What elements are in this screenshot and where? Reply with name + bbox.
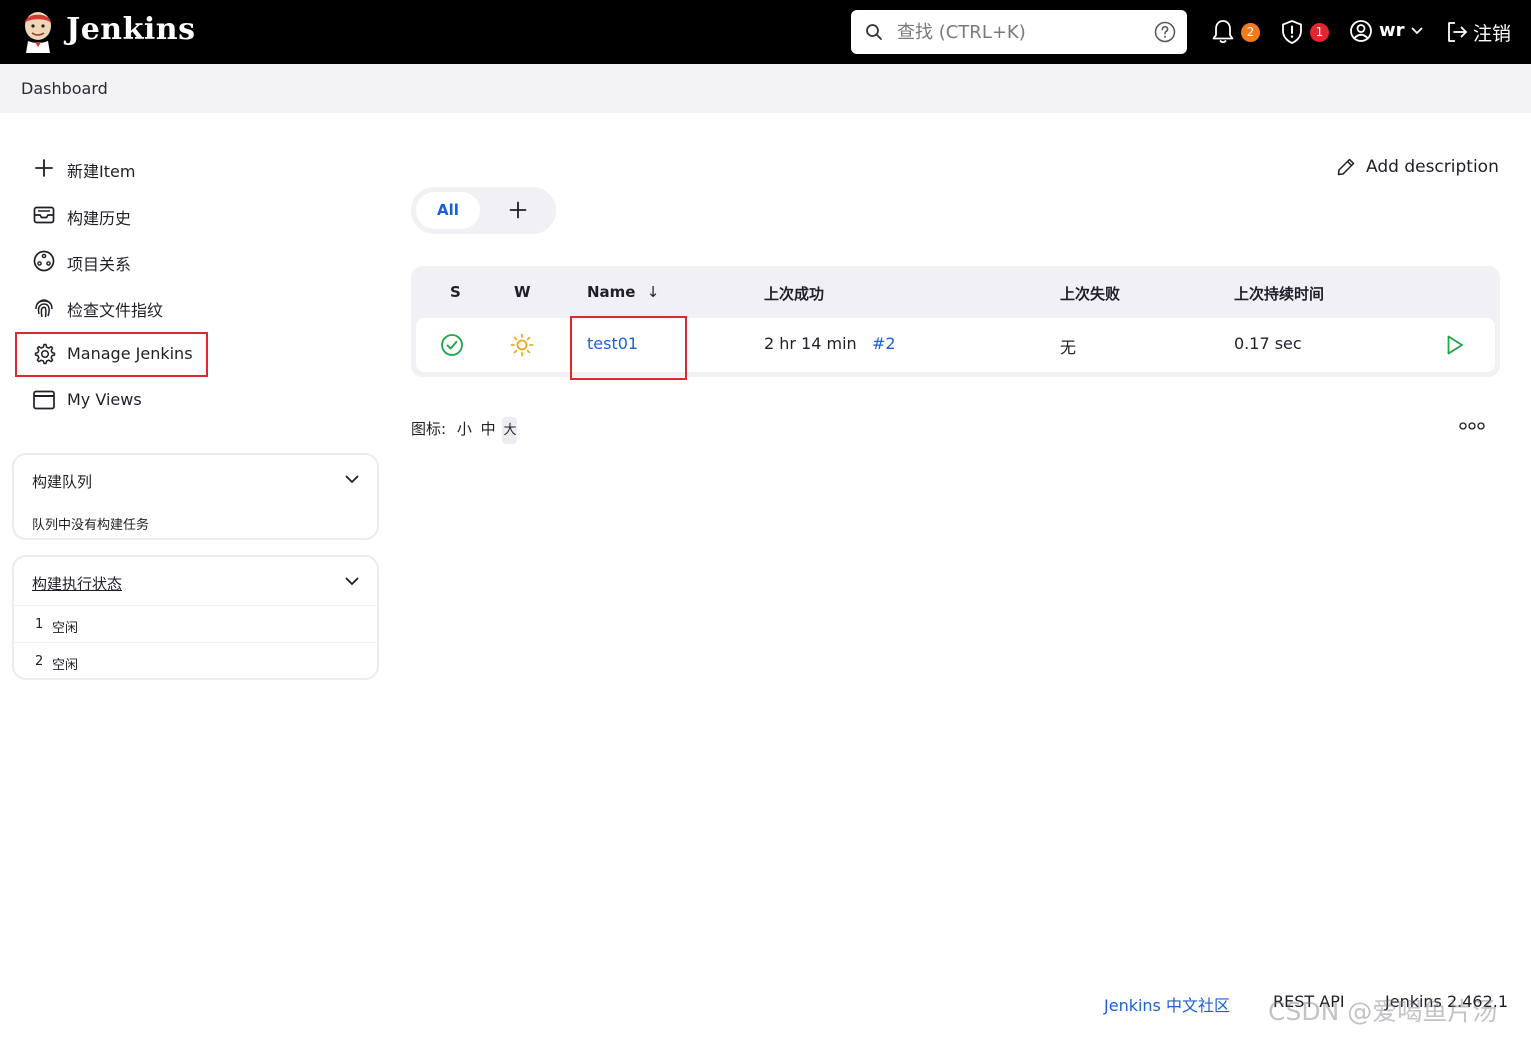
view-tabs: All	[411, 187, 556, 234]
logout-icon	[1448, 22, 1467, 42]
last-success-build-link[interactable]: #2	[872, 334, 896, 353]
task-label: My Views	[67, 390, 142, 409]
relationship-icon	[33, 250, 55, 272]
task-file-fingerprint[interactable]: 检查文件指纹	[20, 286, 320, 326]
bell-icon	[1212, 20, 1234, 44]
header-status[interactable]: S	[450, 283, 461, 301]
build-queue-pane: 构建队列 队列中没有构建任务	[12, 453, 379, 540]
watermark: CSDN @爱喝鱼片汤	[1268, 997, 1498, 1026]
search-box[interactable]	[851, 10, 1187, 54]
highlight-box-manage-jenkins	[15, 332, 208, 377]
sort-arrow-icon: ↓	[646, 283, 660, 301]
sunny-icon	[510, 333, 534, 357]
executor-number: 1	[35, 617, 44, 632]
security-button[interactable]: 1	[1280, 18, 1332, 46]
tab-all[interactable]: All	[416, 192, 480, 229]
breadcrumb-dashboard[interactable]: Dashboard	[21, 79, 108, 98]
executors-pane: 构建执行状态 1 空闲 2 空闲	[12, 555, 379, 680]
notifications-button[interactable]: 2	[1211, 18, 1263, 46]
more-options-icon[interactable]	[1459, 421, 1485, 431]
task-label: 新建Item	[67, 162, 136, 181]
task-label: 检查文件指纹	[67, 301, 164, 320]
icon-size-label: 图标:	[411, 420, 447, 438]
header-name-label: Name	[587, 283, 636, 301]
last-success-time: 2 hr 14 min	[764, 334, 857, 353]
task-build-history[interactable]: 构建历史	[20, 194, 320, 234]
user-avatar-icon	[1350, 20, 1372, 42]
header-last-duration[interactable]: 上次持续时间	[1234, 283, 1324, 304]
footer-community-link[interactable]: Jenkins 中文社区	[1104, 992, 1230, 1016]
user-name[interactable]: wr	[1379, 20, 1405, 41]
help-icon[interactable]	[1154, 21, 1176, 43]
header-last-success[interactable]: 上次成功	[764, 283, 824, 304]
brand-title[interactable]: Jenkins	[66, 12, 195, 47]
notifications-badge: 2	[1241, 23, 1260, 42]
task-new-item[interactable]: 新建Item	[20, 147, 320, 187]
icon-size-large[interactable]: 大	[502, 417, 518, 444]
security-badge: 1	[1310, 23, 1329, 42]
last-failure-value: 无	[1060, 338, 1077, 357]
plus-icon	[35, 159, 53, 177]
executor-status: 空闲	[52, 658, 79, 673]
pencil-icon	[1337, 158, 1355, 176]
search-input[interactable]	[897, 20, 1137, 44]
window-icon	[33, 390, 55, 410]
chevron-down-icon	[1411, 27, 1423, 35]
build-queue-empty: 队列中没有构建任务	[32, 518, 150, 533]
task-project-relationship[interactable]: 项目关系	[20, 240, 320, 280]
shield-icon	[1282, 20, 1302, 44]
logout-label[interactable]: 注销	[1473, 19, 1511, 46]
icon-size-medium[interactable]: 中	[481, 420, 496, 438]
header-name[interactable]: Name ↓	[587, 283, 659, 301]
fingerprint-icon	[35, 299, 53, 318]
build-queue-title[interactable]: 构建队列	[32, 471, 92, 492]
jenkins-logo[interactable]	[20, 9, 56, 55]
header-last-failure[interactable]: 上次失败	[1060, 283, 1120, 304]
success-check-icon	[441, 334, 463, 356]
task-my-views[interactable]: My Views	[20, 379, 320, 419]
breadcrumb: Dashboard	[0, 64, 1531, 113]
icon-size-legend: 图标: 小 中 大	[411, 417, 518, 444]
icon-size-small[interactable]: 小	[457, 420, 472, 438]
search-icon	[866, 24, 882, 40]
executors-title[interactable]: 构建执行状态	[32, 573, 122, 594]
executor-status: 空闲	[52, 621, 79, 636]
inbox-icon	[33, 206, 55, 224]
chevron-down-icon[interactable]	[345, 577, 359, 586]
chevron-down-icon[interactable]	[345, 475, 359, 484]
last-duration-value: 0.17 sec	[1234, 334, 1302, 353]
task-label: 构建历史	[67, 209, 132, 228]
add-view-icon[interactable]	[507, 199, 529, 221]
header-bar: Jenkins 2 1	[0, 0, 1531, 64]
build-now-play-icon[interactable]	[1445, 334, 1465, 356]
executor-row: 1 空闲	[14, 605, 377, 642]
task-label: 项目关系	[67, 255, 132, 274]
highlight-box-test01	[570, 316, 687, 380]
executor-number: 2	[35, 654, 44, 669]
header-weather[interactable]: W	[514, 283, 531, 301]
executor-row: 2 空闲	[14, 642, 377, 679]
add-description-label: Add description	[1366, 157, 1499, 177]
